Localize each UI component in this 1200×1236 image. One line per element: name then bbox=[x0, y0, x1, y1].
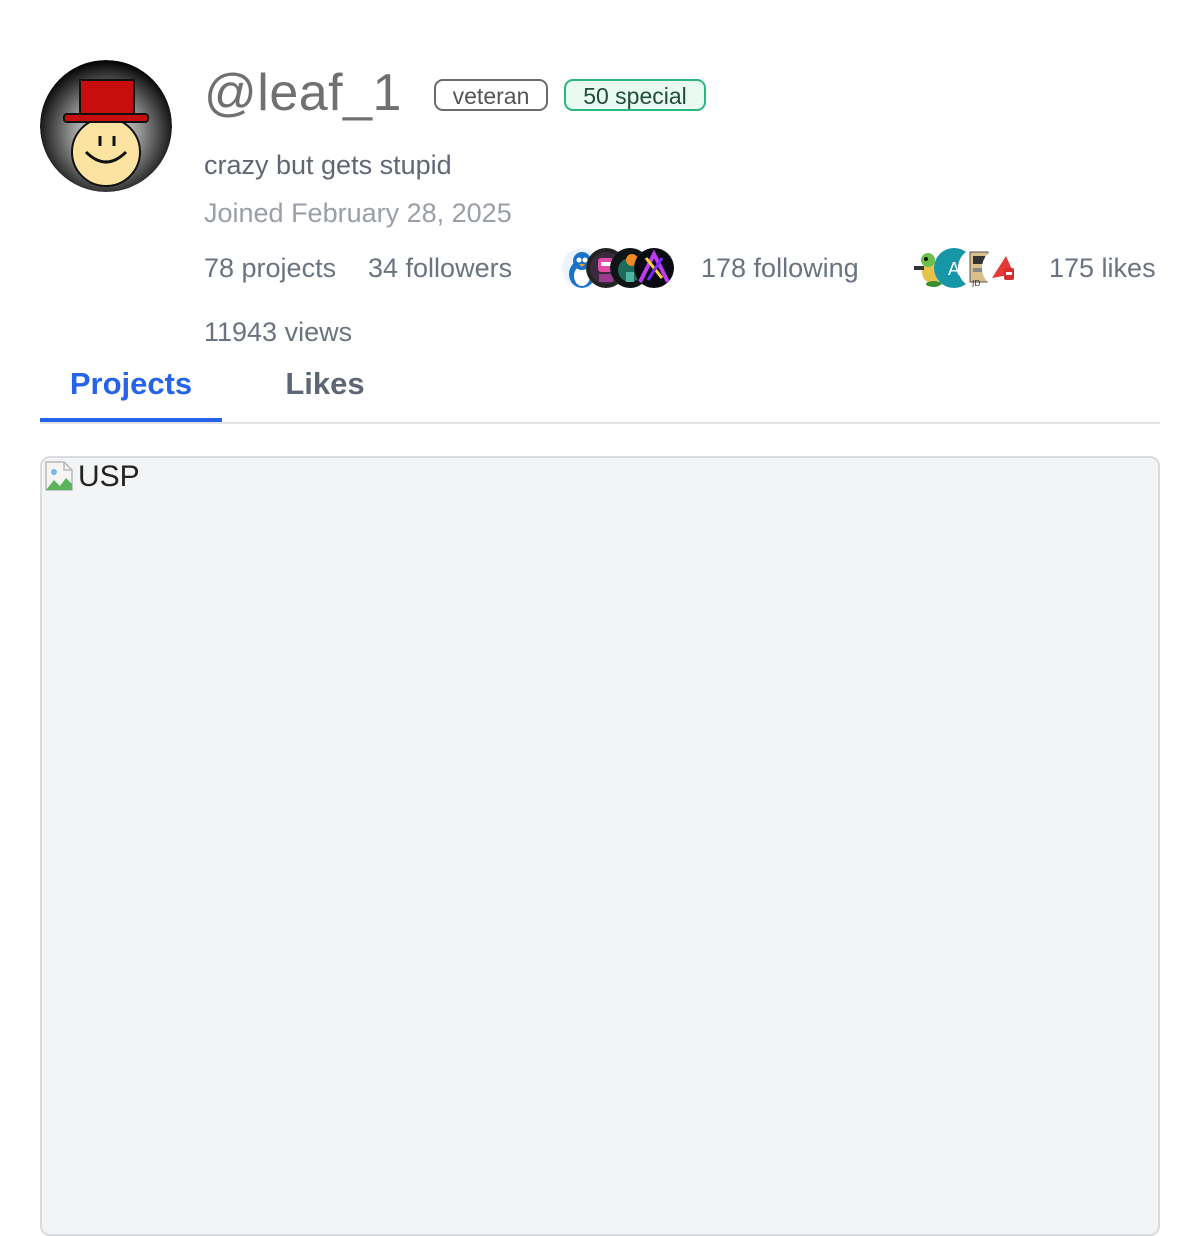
svg-text:JD: JD bbox=[971, 279, 981, 288]
project-image-alt: USP bbox=[78, 460, 140, 493]
project-thumbnail[interactable]: USP bbox=[44, 460, 140, 494]
bio: crazy but gets stupid bbox=[204, 150, 452, 180]
joined-date: Joined February 28, 2025 bbox=[204, 198, 512, 228]
avatar bbox=[40, 60, 172, 192]
likes-count[interactable]: 175 likes bbox=[1049, 251, 1156, 285]
projects-count[interactable]: 78 projects bbox=[204, 251, 336, 285]
fire-extinguisher-icon[interactable] bbox=[982, 248, 1022, 288]
following-count[interactable]: 178 following bbox=[701, 251, 859, 285]
badge-veteran: veteran bbox=[434, 79, 548, 111]
tab-likes[interactable]: Likes bbox=[240, 364, 410, 404]
neon-icon[interactable] bbox=[634, 248, 674, 288]
project-card[interactable]: USP bbox=[40, 456, 1160, 1236]
active-tab-indicator bbox=[40, 418, 222, 422]
tab-projects[interactable]: Projects bbox=[40, 364, 222, 404]
badge-special: 50 special bbox=[564, 79, 706, 111]
views-count: 11943 views bbox=[204, 317, 353, 347]
username: @leaf_1 bbox=[204, 64, 402, 122]
broken-image-icon bbox=[44, 460, 76, 492]
followers-count[interactable]: 34 followers bbox=[368, 251, 512, 285]
tab-divider bbox=[40, 422, 1160, 424]
